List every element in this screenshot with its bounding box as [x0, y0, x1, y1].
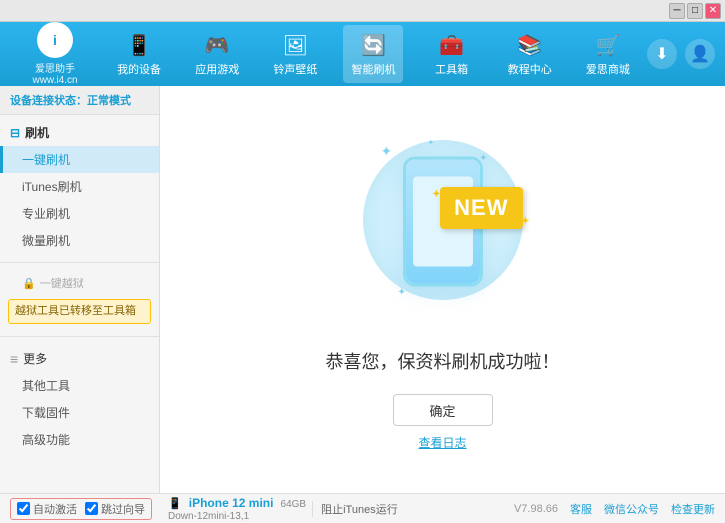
success-illustration: NEW ✦ ✦ ✦ ✦	[343, 128, 543, 328]
new-badge: NEW	[440, 187, 522, 229]
more-section-icon: ≡	[10, 351, 18, 367]
nav-items: 📱 我的设备 🎮 应用游戏 🖼 铃声壁纸 🔄 智能刷机 🧰 工具箱 📚 教程中心…	[100, 25, 647, 83]
nav-ringtones[interactable]: 🖼 铃声壁纸	[265, 25, 325, 83]
skip-wizard-input[interactable]	[85, 502, 98, 515]
success-title: 恭喜您，保资料刷机成功啦！	[326, 348, 560, 374]
apps-games-label: 应用游戏	[195, 61, 239, 77]
smart-flash-label: 智能刷机	[351, 61, 395, 77]
sparkle-3: ✦	[398, 287, 406, 298]
sidebar-item-one-click-flash[interactable]: 一键刷机	[0, 146, 159, 173]
bottom-left: 自动激活 跳过向导 📱 iPhone 12 mini 64GB Down-12m…	[10, 496, 514, 522]
sidebar-item-micro-flash[interactable]: 微量刷机	[0, 227, 159, 254]
bottom-bar: 自动激活 跳过向导 📱 iPhone 12 mini 64GB Down-12m…	[0, 493, 725, 523]
device-info: 📱 iPhone 12 mini 64GB Down-12mini-13,1	[168, 496, 306, 522]
download-button[interactable]: ⬇	[647, 39, 677, 69]
sparkle-4: ✦	[428, 138, 435, 147]
sidebar-jailbreak-section: 🔒 一键越狱 越狱工具已转移至工具箱	[0, 267, 159, 332]
status-value: 正常模式	[87, 95, 131, 107]
nav-right-buttons: ⬇ 👤	[647, 39, 715, 69]
logo-url: www.i4.cn	[32, 75, 77, 86]
more-section-header[interactable]: ≡ 更多	[0, 345, 159, 372]
sidebar-more-section: ≡ 更多 其他工具 下载固件 高级功能	[0, 341, 159, 457]
nav-my-device[interactable]: 📱 我的设备	[109, 25, 169, 83]
apps-games-icon: 🎮	[203, 31, 231, 59]
divider-2	[0, 336, 159, 337]
sidebar-item-download-firmware[interactable]: 下载固件	[0, 399, 159, 426]
customer-service-link[interactable]: 客服	[570, 501, 592, 517]
nav-tutorials[interactable]: 📚 教程中心	[500, 25, 560, 83]
flash-section-icon: ⊟	[10, 126, 20, 140]
skip-wizard-label: 跳过向导	[101, 501, 145, 517]
wechat-link[interactable]: 微信公众号	[604, 501, 659, 517]
my-device-label: 我的设备	[117, 61, 161, 77]
flash-section-header[interactable]: ⊟ 刷机	[0, 119, 159, 146]
user-button[interactable]: 👤	[685, 39, 715, 69]
logo-text: 爱思助手	[35, 60, 75, 75]
sparkle-1: ✦	[381, 143, 393, 160]
ringtones-icon: 🖼	[281, 31, 309, 59]
jailbreak-locked: 🔒 一键越狱	[0, 271, 159, 295]
more-section-label: 更多	[23, 350, 47, 367]
sidebar-item-itunes-flash[interactable]: iTunes刷机	[0, 173, 159, 200]
device-name: iPhone 12 mini	[189, 496, 274, 510]
confirm-button[interactable]: 确定	[393, 394, 493, 426]
auto-launch-checkbox[interactable]: 自动激活	[17, 501, 77, 517]
lock-icon: 🔒	[22, 277, 36, 290]
bottom-right: V7.98.66 客服 微信公众号 检查更新	[514, 501, 715, 517]
maximize-button[interactable]: □	[687, 3, 703, 19]
auto-launch-label: 自动激活	[33, 501, 77, 517]
smart-flash-icon: 🔄	[359, 31, 387, 59]
tutorials-label: 教程中心	[508, 61, 552, 77]
sidebar-item-other-tools[interactable]: 其他工具	[0, 372, 159, 399]
version-text: V7.98.66	[514, 503, 558, 515]
minimize-button[interactable]: ─	[669, 3, 685, 19]
close-button[interactable]: ✕	[705, 3, 721, 19]
sidebar-item-pro-flash[interactable]: 专业刷机	[0, 200, 159, 227]
device-storage: 64GB	[281, 499, 307, 510]
sidebar-status: 设备连接状态：正常模式	[0, 86, 159, 115]
stop-itunes: 阻止iTunes运行	[312, 501, 398, 517]
auto-launch-input[interactable]	[17, 502, 30, 515]
content-area: NEW ✦ ✦ ✦ ✦ 恭喜您，保资料刷机成功啦！ 确定 查看日志	[160, 86, 725, 493]
nav-toolbox[interactable]: 🧰 工具箱	[422, 25, 482, 83]
status-label: 设备连接状态：	[10, 95, 87, 107]
divider-1	[0, 262, 159, 263]
logo-circle: i	[37, 22, 73, 58]
flash-section-label: 刷机	[25, 124, 49, 141]
toolbox-label: 工具箱	[435, 61, 468, 77]
mall-icon: 🛒	[594, 31, 622, 59]
checkbox-group: 自动激活 跳过向导	[10, 498, 152, 520]
check-update-link[interactable]: 检查更新	[671, 501, 715, 517]
logo-symbol: i	[53, 32, 57, 48]
jailbreak-label: 一键越狱	[40, 275, 84, 291]
jailbreak-notice: 越狱工具已转移至工具箱	[8, 299, 151, 324]
toolbox-icon: 🧰	[438, 31, 466, 59]
my-device-icon: 📱	[125, 31, 153, 59]
nav-apps-games[interactable]: 🎮 应用游戏	[187, 25, 247, 83]
nav-mall[interactable]: 🛒 爱思商城	[578, 25, 638, 83]
stop-itunes-label: 阻止iTunes运行	[321, 501, 398, 517]
mall-label: 爱思商城	[586, 61, 630, 77]
nav-smart-flash[interactable]: 🔄 智能刷机	[343, 25, 403, 83]
device-model: Down-12mini-13,1	[168, 511, 249, 522]
sidebar: 设备连接状态：正常模式 ⊟ 刷机 一键刷机 iTunes刷机 专业刷机 微量刷机…	[0, 86, 160, 493]
main-area: 设备连接状态：正常模式 ⊟ 刷机 一键刷机 iTunes刷机 专业刷机 微量刷机…	[0, 86, 725, 493]
ringtones-label: 铃声壁纸	[273, 61, 317, 77]
sidebar-flash-section: ⊟ 刷机 一键刷机 iTunes刷机 专业刷机 微量刷机	[0, 115, 159, 258]
title-bar: ─ □ ✕	[0, 0, 725, 22]
top-navigation: i 爱思助手 www.i4.cn 📱 我的设备 🎮 应用游戏 🖼 铃声壁纸 🔄 …	[0, 22, 725, 86]
new-ribbon-text: NEW	[440, 187, 522, 229]
skip-wizard-checkbox[interactable]: 跳过向导	[85, 501, 145, 517]
tutorials-icon: 📚	[516, 31, 544, 59]
device-icon: 📱	[168, 498, 182, 510]
logo: i 爱思助手 www.i4.cn	[10, 22, 100, 86]
go-back-link[interactable]: 查看日志	[418, 434, 466, 451]
sidebar-item-advanced[interactable]: 高级功能	[0, 426, 159, 453]
